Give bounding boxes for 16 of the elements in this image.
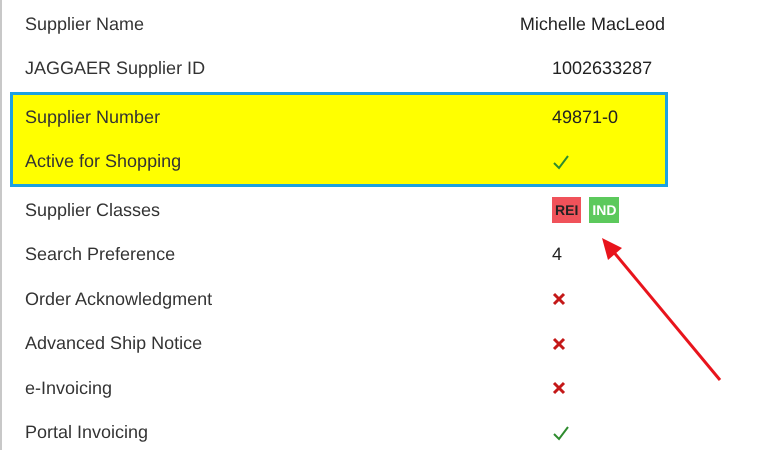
field-value: 1002633287 (552, 57, 652, 80)
field-label: Supplier Classes (24, 198, 162, 222)
field-label: Supplier Name (24, 12, 146, 36)
field-label: e-Invoicing (24, 376, 114, 400)
field-value: 4 (552, 243, 562, 266)
field-label: Portal Invoicing (24, 421, 150, 444)
field-value: 49871-0 (552, 106, 618, 129)
field-label: JAGGAER Supplier ID (24, 57, 206, 80)
class-badge: REI (552, 197, 582, 224)
field-label: Supplier Number (24, 106, 162, 129)
class-badge: IND (589, 197, 620, 224)
field-label: Order Acknowledgment (24, 288, 214, 311)
field-label: Active for Shopping (24, 150, 182, 174)
field-label: Advanced Ship Notice (24, 332, 204, 356)
field-label: Search Preference (24, 243, 176, 266)
field-value: Michelle MacLeod (520, 12, 665, 36)
